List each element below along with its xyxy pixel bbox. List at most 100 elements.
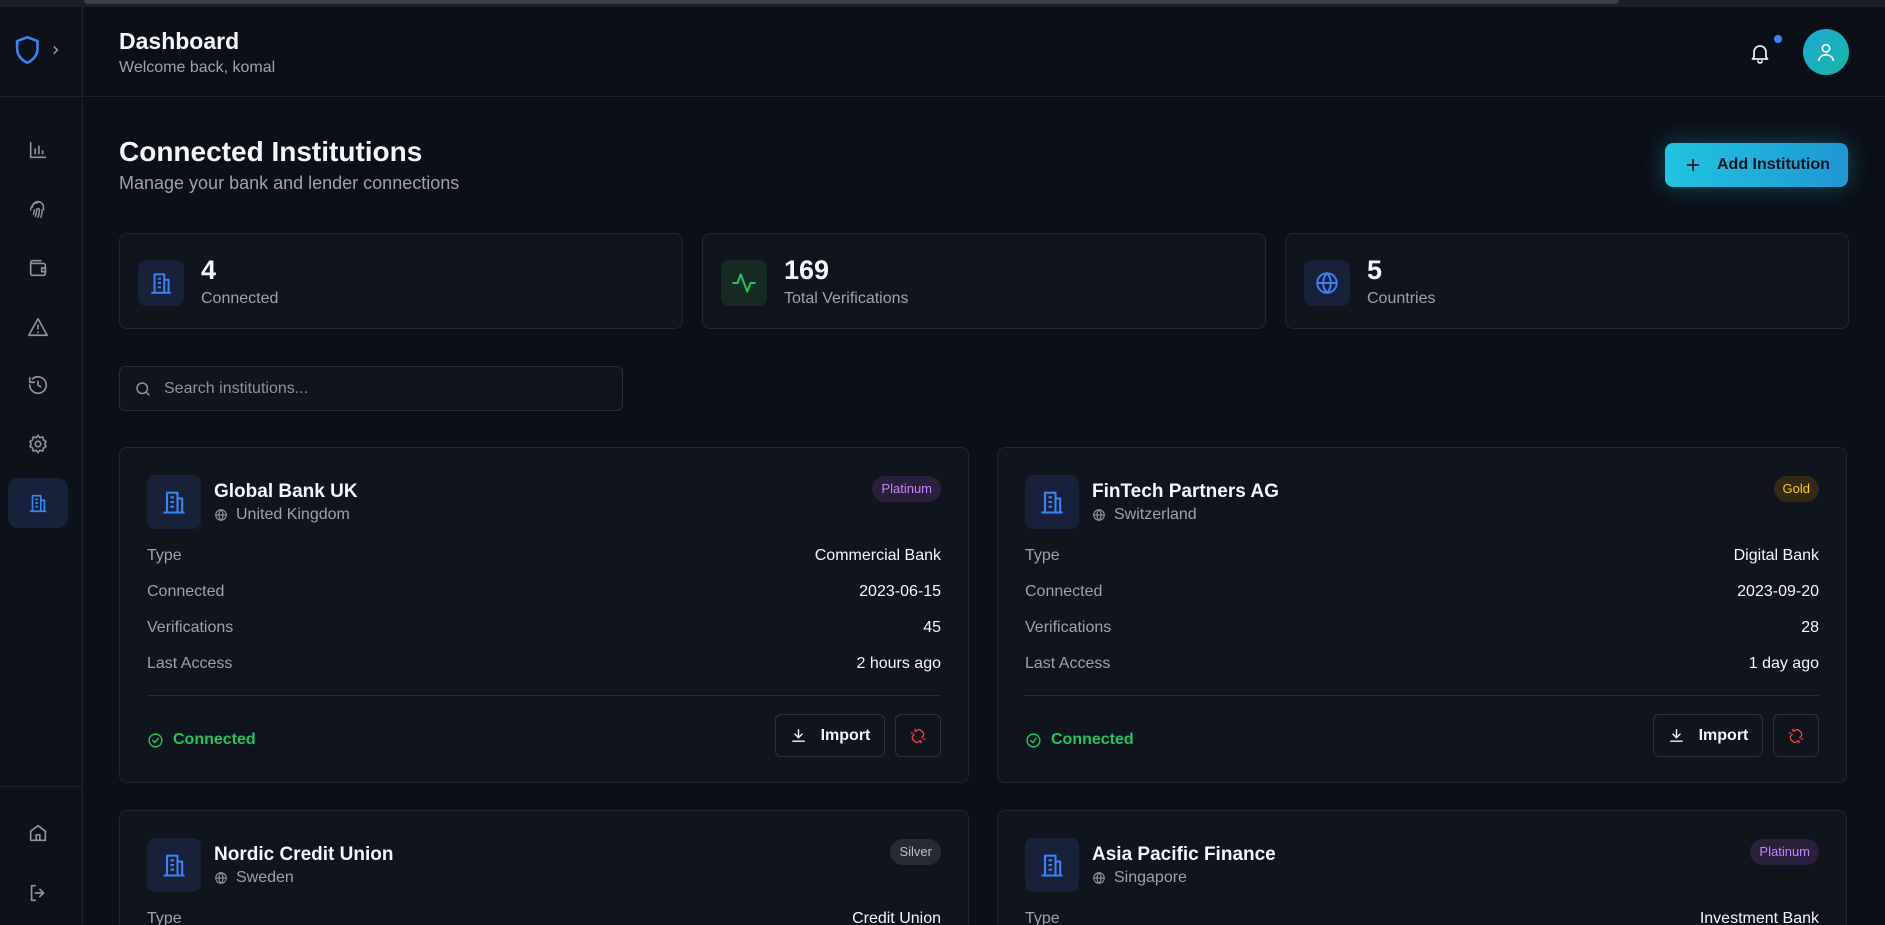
detail-key: Verifications: [147, 619, 234, 636]
institution-name: Asia Pacific Finance: [1092, 844, 1276, 865]
activity-icon: [732, 273, 756, 293]
page-title: Connected Institutions: [119, 136, 423, 167]
fingerprint-icon: [29, 201, 45, 218]
status-badge: Connected: [147, 731, 256, 749]
stat-label: Connected: [201, 290, 279, 307]
sidebar-item-logout[interactable]: [8, 868, 68, 918]
status-label: Connected: [1051, 731, 1134, 748]
tier-badge: Gold: [1773, 476, 1819, 502]
tier-badge: Platinum: [872, 476, 941, 502]
detail-row-type: Type Investment Bank: [1025, 910, 1819, 925]
header-subtitle: Welcome back, komal: [119, 59, 276, 76]
building-icon: [163, 854, 185, 877]
import-button[interactable]: Import: [775, 714, 885, 757]
sidebar-item-history[interactable]: [8, 360, 68, 410]
sidebar-item-home[interactable]: [8, 808, 68, 858]
detail-value: 45: [923, 619, 941, 636]
institution-icon-box: [147, 838, 201, 892]
stat-label: Countries: [1367, 290, 1436, 307]
tier-badge: Silver: [890, 839, 941, 865]
globe-icon: [1093, 508, 1105, 522]
history-icon: [28, 376, 48, 395]
detail-value: 2 hours ago: [856, 655, 941, 672]
disconnect-button[interactable]: [1773, 714, 1819, 757]
disconnect-button[interactable]: [895, 714, 941, 757]
stat-card-countries: 5 Countries: [1285, 233, 1849, 329]
browser-scroll-bar: [84, 0, 1619, 4]
building-icon: [1041, 854, 1063, 877]
unlink-icon: [1788, 728, 1804, 743]
status-label: Connected: [173, 731, 256, 748]
stat-icon-box: [138, 260, 184, 306]
bell-icon[interactable]: [1748, 41, 1772, 65]
logout-icon: [30, 884, 45, 902]
sidebar-item-biometrics[interactable]: [8, 184, 68, 234]
sidebar-item-analytics[interactable]: [8, 125, 68, 175]
stat-value: 5: [1367, 255, 1383, 285]
search-box: [119, 366, 623, 411]
detail-row-last-access: Last Access 2 hours ago: [147, 655, 941, 679]
detail-row-type: Type Commercial Bank: [147, 547, 941, 571]
wallet-icon: [29, 259, 47, 277]
sidebar-item-settings[interactable]: [8, 419, 68, 469]
detail-row-last-access: Last Access 1 day ago: [1025, 655, 1819, 679]
building-icon: [1041, 491, 1063, 514]
top-header: Dashboard Welcome back, komal: [83, 7, 1885, 97]
detail-row-connected: Connected 2023-09-20: [1025, 583, 1819, 607]
import-label: Import: [820, 726, 871, 744]
page-subtitle: Manage your bank and lender connections: [119, 173, 460, 193]
add-institution-button[interactable]: Add Institution: [1665, 143, 1848, 187]
detail-key: Type: [1025, 910, 1060, 925]
institution-country: Switzerland: [1092, 506, 1197, 524]
status-badge: Connected: [1025, 731, 1134, 749]
stat-icon-box: [721, 260, 767, 306]
stat-value: 4: [201, 255, 217, 285]
stat-card-verifications: 169 Total Verifications: [702, 233, 1266, 329]
browser-top-strip: [0, 0, 1885, 7]
header-title: Dashboard: [119, 28, 240, 54]
logo[interactable]: [12, 33, 62, 67]
sidebar-item-alerts[interactable]: [8, 302, 68, 352]
download-icon: [791, 729, 805, 742]
institution-card: FinTech Partners AG Switzerland Gold Typ…: [997, 447, 1847, 783]
detail-value: Investment Bank: [1699, 910, 1819, 925]
card-divider: [147, 695, 941, 696]
user-icon: [1817, 43, 1835, 62]
detail-row-type: Type Digital Bank: [1025, 547, 1819, 571]
detail-key: Type: [1025, 547, 1060, 564]
sidebar: [0, 7, 83, 925]
country-label: United Kingdom: [236, 506, 350, 523]
building-icon: [29, 494, 47, 513]
import-label: Import: [1698, 726, 1749, 744]
warning-icon: [28, 317, 48, 337]
detail-key: Connected: [147, 583, 225, 600]
institution-icon-box: [147, 475, 201, 529]
sidebar-item-institutions[interactable]: [8, 478, 68, 528]
card-divider: [1025, 695, 1819, 696]
institution-icon-box: [1025, 838, 1079, 892]
stat-label: Total Verifications: [784, 290, 909, 307]
search-input[interactable]: [164, 379, 604, 398]
institution-icon-box: [1025, 475, 1079, 529]
institution-card: Nordic Credit Union Sweden Silver Type Cr…: [119, 810, 969, 925]
detail-row-verifications: Verifications 28: [1025, 619, 1819, 643]
home-icon: [29, 824, 47, 842]
detail-row-verifications: Verifications 45: [147, 619, 941, 643]
import-button[interactable]: Import: [1653, 714, 1763, 757]
globe-icon: [215, 871, 227, 885]
avatar[interactable]: [1803, 29, 1849, 75]
chevron-right-icon[interactable]: [49, 43, 62, 57]
detail-key: Last Access: [147, 655, 233, 672]
unlink-icon: [910, 728, 926, 743]
institution-name: FinTech Partners AG: [1092, 481, 1279, 502]
detail-value: Credit Union: [852, 910, 941, 925]
detail-row-connected: Connected 2023-06-15: [147, 583, 941, 607]
detail-key: Type: [147, 547, 182, 564]
sidebar-item-wallet[interactable]: [8, 243, 68, 293]
detail-key: Verifications: [1025, 619, 1112, 636]
institution-card: Global Bank UK United Kingdom Platinum T…: [119, 447, 969, 783]
globe-icon: [1093, 871, 1105, 885]
stat-card-connected: 4 Connected: [119, 233, 683, 329]
bar-chart-icon: [29, 141, 47, 159]
institution-name: Global Bank UK: [214, 481, 358, 502]
